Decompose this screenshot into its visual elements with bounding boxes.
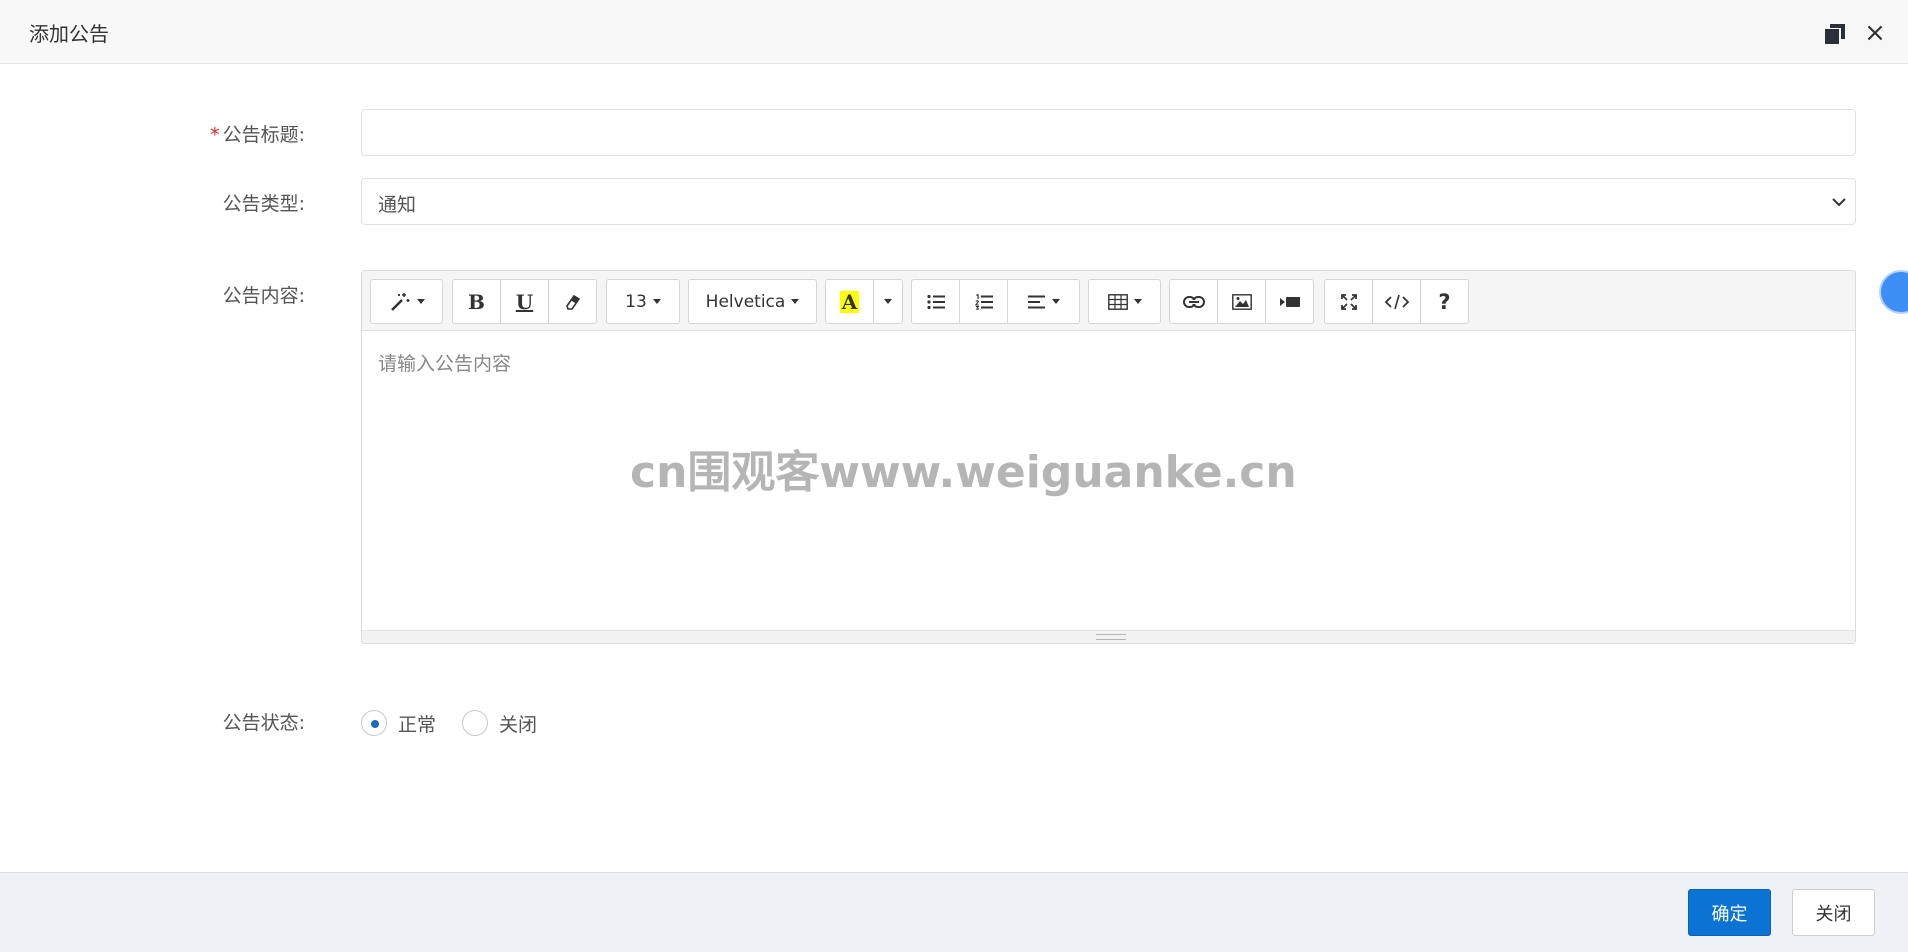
- font-size-dropdown[interactable]: 13: [606, 279, 680, 324]
- font-style-group: B U: [452, 279, 597, 324]
- eraser-button[interactable]: [548, 279, 597, 324]
- help-button[interactable]: ?: [1420, 279, 1469, 324]
- required-mark: *: [210, 124, 220, 146]
- notice-status-label: 公告状态:: [222, 712, 305, 734]
- video-icon: [1279, 296, 1300, 307]
- ordered-list-button[interactable]: [959, 279, 1008, 324]
- list-group: [911, 279, 1080, 324]
- chevron-down-icon: [1832, 198, 1846, 207]
- link-icon: [1182, 295, 1205, 308]
- floating-assistant-button[interactable]: [1879, 270, 1908, 314]
- status-radio-closed[interactable]: 关闭: [462, 710, 537, 737]
- maximize-icon[interactable]: [1824, 23, 1846, 45]
- resize-grip-icon: [1096, 634, 1126, 640]
- table-dropdown[interactable]: [1088, 279, 1161, 324]
- unordered-list-button[interactable]: [911, 279, 960, 324]
- font-name-value: Helvetica: [705, 291, 786, 312]
- dialog-header: 添加公告 ×: [0, 0, 1908, 64]
- insert-group: [1169, 279, 1314, 324]
- paragraph-align-dropdown[interactable]: [1007, 279, 1080, 324]
- font-name-group: Helvetica: [688, 279, 817, 324]
- table-group: [1088, 279, 1161, 324]
- color-group: A: [825, 279, 903, 324]
- notice-title-label-text: 公告标题:: [222, 124, 305, 146]
- insert-image-button[interactable]: [1217, 279, 1266, 324]
- table-icon: [1107, 293, 1128, 310]
- dialog-title: 添加公告: [29, 22, 109, 46]
- close-icon[interactable]: ×: [1862, 20, 1888, 46]
- eraser-icon: [565, 294, 580, 310]
- notice-title-label: * 公告标题:: [110, 120, 305, 147]
- editor-toolbar: B U 13 Helvetica A ?: [362, 271, 1855, 331]
- insert-video-button[interactable]: [1265, 279, 1314, 324]
- dialog-footer: 确定 关闭: [0, 872, 1908, 952]
- notice-type-label: 公告类型:: [222, 193, 305, 215]
- highlight-a-icon: A: [839, 289, 860, 314]
- radio-unchecked-icon: [462, 710, 489, 736]
- editor-placeholder: 请输入公告内容: [378, 353, 512, 375]
- radio-checked-icon: [361, 710, 387, 736]
- style-group: [370, 279, 443, 324]
- numbered-list-icon: [974, 293, 993, 310]
- editor-resize-handle[interactable]: [362, 630, 1855, 643]
- image-icon: [1231, 293, 1252, 310]
- bold-button[interactable]: B: [452, 279, 501, 324]
- insert-link-button[interactable]: [1169, 279, 1218, 324]
- font-name-dropdown[interactable]: Helvetica: [688, 279, 817, 324]
- magic-wand-icon: [390, 292, 409, 311]
- code-view-button[interactable]: [1372, 279, 1421, 324]
- text-color-button[interactable]: A: [825, 279, 874, 324]
- notice-content-label: 公告内容:: [222, 285, 305, 307]
- color-dropdown-button[interactable]: [873, 279, 903, 324]
- style-button[interactable]: [370, 279, 443, 324]
- status-radio-normal[interactable]: 正常: [361, 710, 436, 737]
- notice-status-radio-group: 正常 关闭: [361, 709, 563, 737]
- align-left-icon: [1027, 295, 1045, 308]
- notice-type-select[interactable]: 通知: [361, 178, 1856, 225]
- bullet-list-icon: [926, 294, 945, 309]
- underline-button[interactable]: U: [500, 279, 549, 324]
- status-normal-label: 正常: [398, 713, 437, 736]
- code-icon: [1384, 294, 1409, 309]
- font-size-group: 13: [606, 279, 680, 324]
- view-group: ?: [1324, 279, 1469, 324]
- add-notice-dialog: 添加公告 × * 公告标题: 公告类型: 通知 公告内容: B U 13 Hel…: [0, 0, 1908, 952]
- font-size-value: 13: [625, 291, 647, 312]
- confirm-button[interactable]: 确定: [1688, 889, 1771, 936]
- fullscreen-icon: [1340, 293, 1357, 310]
- cancel-button[interactable]: 关闭: [1792, 889, 1875, 936]
- watermark-text: cn围观客www.weiguanke.cn: [630, 447, 1297, 498]
- notice-type-selected: 通知: [378, 194, 417, 216]
- notice-title-input[interactable]: [361, 109, 1856, 156]
- status-closed-label: 关闭: [499, 713, 538, 736]
- fullscreen-button[interactable]: [1324, 279, 1373, 324]
